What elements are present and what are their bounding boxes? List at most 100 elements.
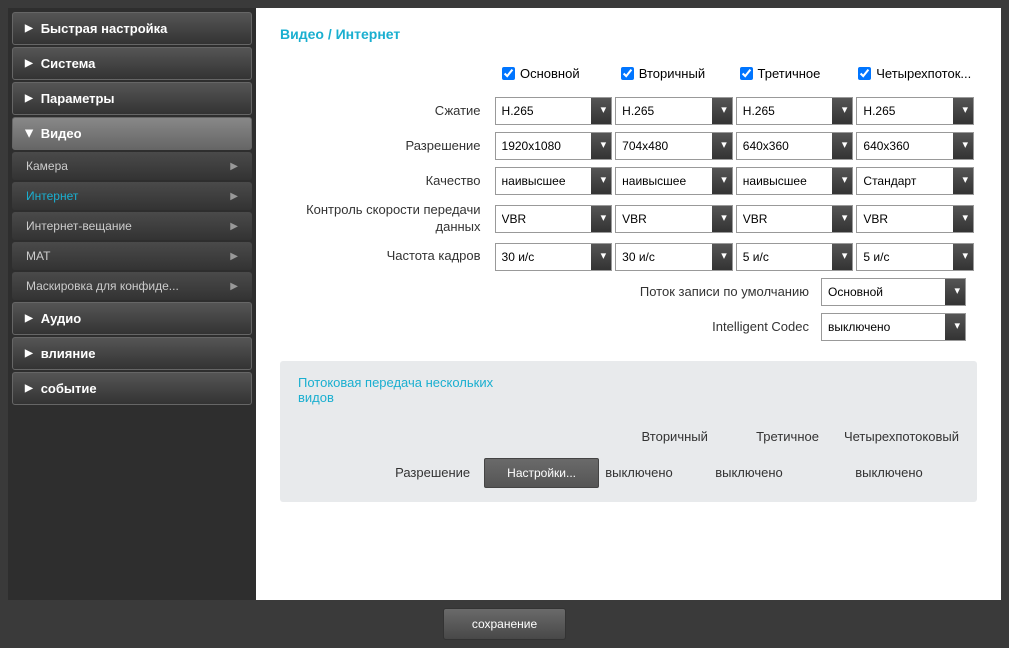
- sub-label: Интернет: [26, 189, 78, 203]
- stream-secondary-checkbox[interactable]: [621, 67, 634, 80]
- panel-title: Потоковая передача нескольких видов: [298, 375, 518, 405]
- multi-stream-panel: Потоковая передача нескольких видов Втор…: [280, 361, 977, 502]
- default-record-label: Поток записи по умолчанию: [640, 284, 809, 299]
- intelligent-codec-select[interactable]: выключено: [821, 313, 966, 341]
- nav-influence[interactable]: ▶ влияние: [12, 337, 252, 370]
- nav-parameters[interactable]: ▶ Параметры: [12, 82, 252, 115]
- chevron-down-icon: ▶: [23, 130, 34, 138]
- panel-val-quad: выключено: [819, 465, 959, 480]
- sub-mat[interactable]: MAT ▶: [12, 242, 252, 270]
- chevron-right-icon: ▶: [25, 93, 33, 104]
- stream-primary-checkbox[interactable]: [502, 67, 515, 80]
- framerate-quad-select[interactable]: 5 и/с: [856, 243, 974, 271]
- quality-secondary-select[interactable]: наивысшее: [615, 167, 733, 195]
- nav-video[interactable]: ▶Видео: [12, 117, 252, 150]
- footer: сохранение: [8, 600, 1001, 648]
- row-quality: Качество наивысшее наивысшее наивысшее С…: [280, 167, 977, 195]
- chevron-right-icon: ▶: [25, 383, 33, 394]
- resolution-primary-select[interactable]: 1920x1080: [495, 132, 613, 160]
- stream-label: Четырехпоток...: [876, 66, 971, 81]
- sub-label: Интернет-вещание: [26, 219, 132, 233]
- bitrate-quad-select[interactable]: VBR: [856, 205, 974, 233]
- quality-primary-select[interactable]: наивысшее: [495, 167, 613, 195]
- sub-internet[interactable]: Интернет ▶: [12, 182, 252, 210]
- stream-label: Третичное: [758, 66, 821, 81]
- nav-quick-setup[interactable]: ▶ Быстрая настройка: [12, 12, 252, 45]
- resolution-tertiary-select[interactable]: 640x360: [736, 132, 854, 160]
- panel-resolution-row: Разрешение Настройки... выключено выключ…: [298, 458, 959, 488]
- stream-tertiary-checkbox[interactable]: [740, 67, 753, 80]
- stream-label: Основной: [520, 66, 580, 81]
- stream-primary: Основной: [502, 66, 618, 81]
- row-default-record: Поток записи по умолчанию Основной: [280, 278, 966, 306]
- sub-privacy-mask[interactable]: Маскировка для конфиде... ▶: [12, 272, 252, 300]
- sub-label: MAT: [26, 249, 50, 263]
- default-record-select[interactable]: Основной: [821, 278, 966, 306]
- main-content: Видео / Интернет Основной Вторичный Трет…: [256, 8, 1001, 600]
- stream-tertiary: Третичное: [740, 66, 856, 81]
- chevron-right-icon: ▶: [25, 313, 33, 324]
- save-button[interactable]: сохранение: [443, 608, 566, 640]
- sidebar: ▶ Быстрая настройка ▶ Система ▶ Параметры ▶…: [8, 8, 256, 600]
- nav-label: Параметры: [41, 91, 115, 106]
- nav-event[interactable]: ▶ событие: [12, 372, 252, 405]
- nav-label: событие: [41, 381, 97, 396]
- chevron-right-icon: ▶: [25, 348, 33, 359]
- panel-val-secondary: выключено: [599, 465, 679, 480]
- chevron-right-icon: ▶: [25, 58, 33, 69]
- stream-header-row: Основной Вторичный Третичное Четырехпото…: [502, 66, 977, 81]
- framerate-primary-select[interactable]: 30 и/с: [495, 243, 613, 271]
- panel-header-tertiary: Третичное: [731, 429, 844, 444]
- nav-audio[interactable]: ▶ Аудио: [12, 302, 252, 335]
- intelligent-codec-label: Intelligent Codec: [712, 319, 809, 334]
- nav-label: Аудио: [41, 311, 81, 326]
- compression-primary-select[interactable]: H.265: [495, 97, 613, 125]
- chevron-right-icon: ▶: [230, 281, 238, 292]
- sub-label: Камера: [26, 159, 68, 173]
- sub-camera[interactable]: Камера ▶: [12, 152, 252, 180]
- quality-tertiary-select[interactable]: наивысшее: [736, 167, 854, 195]
- bitrate-secondary-select[interactable]: VBR: [615, 205, 733, 233]
- settings-button[interactable]: Настройки...: [484, 458, 599, 488]
- panel-header-secondary: Вторичный: [618, 429, 731, 444]
- stream-quad: Четырехпоток...: [858, 66, 974, 81]
- chevron-right-icon: ▶: [230, 251, 238, 262]
- framerate-label: Частота кадров: [280, 248, 495, 265]
- bitrate-primary-select[interactable]: VBR: [495, 205, 613, 233]
- chevron-right-icon: ▶: [25, 23, 33, 34]
- page-title: Видео / Интернет: [280, 26, 977, 42]
- compression-tertiary-select[interactable]: H.265: [736, 97, 854, 125]
- quality-quad-select[interactable]: Стандарт: [856, 167, 974, 195]
- quality-label: Качество: [280, 173, 495, 190]
- bitrate-control-label: Контроль скорости передачи данных: [280, 202, 495, 236]
- nav-system[interactable]: ▶ Система: [12, 47, 252, 80]
- framerate-tertiary-select[interactable]: 5 и/с: [736, 243, 854, 271]
- bitrate-tertiary-select[interactable]: VBR: [736, 205, 854, 233]
- resolution-label: Разрешение: [280, 138, 495, 155]
- sub-broadcast[interactable]: Интернет-вещание ▶: [12, 212, 252, 240]
- panel-headers: Вторичный Третичное Четырехпотоковый: [520, 429, 959, 444]
- chevron-right-icon: ▶: [230, 191, 238, 202]
- chevron-right-icon: ▶: [230, 221, 238, 232]
- compression-quad-select[interactable]: H.265: [856, 97, 974, 125]
- nav-label: Быстрая настройка: [41, 21, 168, 36]
- nav-label: влияние: [41, 346, 96, 361]
- panel-row-label: Разрешение: [298, 465, 484, 480]
- row-resolution: Разрешение 1920x1080 704x480 640x360 640…: [280, 132, 977, 160]
- nav-label: Система: [41, 56, 96, 71]
- stream-quad-checkbox[interactable]: [858, 67, 871, 80]
- row-intelligent-codec: Intelligent Codec выключено: [280, 313, 966, 341]
- stream-secondary: Вторичный: [621, 66, 737, 81]
- compression-label: Сжатие: [280, 103, 495, 120]
- row-framerate: Частота кадров 30 и/с 30 и/с 5 и/с 5 и/с: [280, 243, 977, 271]
- row-compression: Сжатие H.265 H.265 H.265 H.265: [280, 97, 977, 125]
- framerate-secondary-select[interactable]: 30 и/с: [615, 243, 733, 271]
- row-bitrate-control: Контроль скорости передачи данных VBR VB…: [280, 202, 977, 236]
- resolution-quad-select[interactable]: 640x360: [856, 132, 974, 160]
- panel-val-tertiary: выключено: [679, 465, 819, 480]
- resolution-secondary-select[interactable]: 704x480: [615, 132, 733, 160]
- panel-header-quad: Четырехпотоковый: [844, 429, 959, 444]
- sub-label: Маскировка для конфиде...: [26, 279, 179, 293]
- compression-secondary-select[interactable]: H.265: [615, 97, 733, 125]
- chevron-right-icon: ▶: [230, 161, 238, 172]
